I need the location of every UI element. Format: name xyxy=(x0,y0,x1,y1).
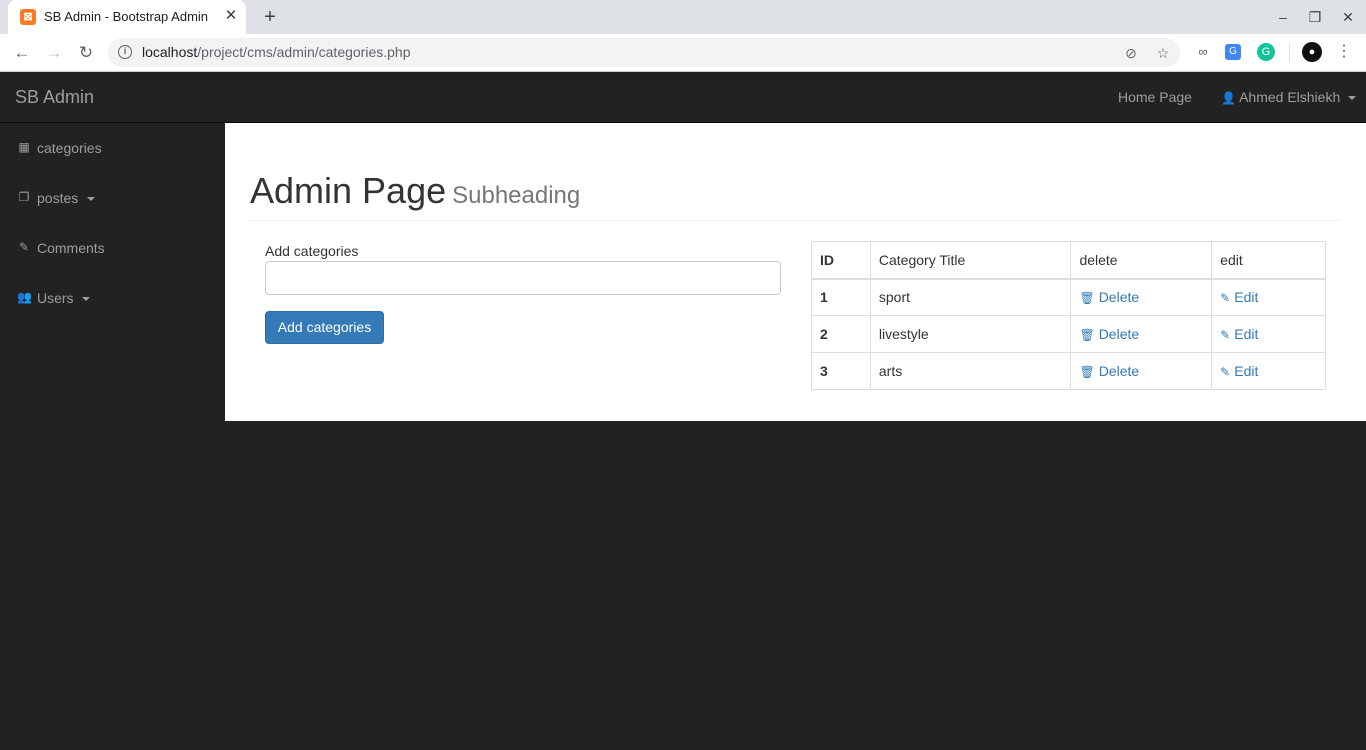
url-path: /project/cms/admin/categories.php xyxy=(197,44,411,60)
add-categories-label: Add categories xyxy=(265,243,359,259)
blocked-cookies-icon[interactable]: ⊘ xyxy=(1121,43,1141,63)
delete-link[interactable]: 🗑 Delete xyxy=(1079,289,1139,305)
row-title: arts xyxy=(869,352,1072,390)
column-header-delete: delete xyxy=(1070,241,1213,280)
reload-icon[interactable]: ↻ xyxy=(74,41,98,65)
column-header-title: Category Title xyxy=(869,241,1072,280)
table-header-row: ID Category Title delete edit xyxy=(811,241,1326,280)
sidebar-item-postes[interactable]: ❐ postes xyxy=(0,173,225,223)
row-title: livestyle xyxy=(869,315,1072,353)
sidebar: ▦ categories ❐ postes ✎ Comments 👥 Users xyxy=(0,123,225,750)
edit-link-label: Edit xyxy=(1234,326,1259,342)
chevron-down-icon xyxy=(1348,96,1357,101)
row-id: 3 xyxy=(811,352,871,390)
site-info-icon[interactable]: i xyxy=(118,45,132,59)
translate-extension-icon[interactable]: G xyxy=(1225,44,1241,60)
edit-link[interactable]: ✎ Edit xyxy=(1220,289,1258,305)
delete-link[interactable]: 🗑 Delete xyxy=(1079,363,1139,379)
window-close-icon[interactable]: ✕ xyxy=(1336,6,1360,28)
pencil-icon: ✎ xyxy=(1220,328,1231,342)
categories-table: ID Category Title delete edit 1 sport 🗑 D… xyxy=(811,241,1326,390)
add-categories-button[interactable]: Add categories xyxy=(265,311,384,344)
xampp-favicon-icon: ⊠ xyxy=(20,9,36,25)
edit-link-label: Edit xyxy=(1234,289,1259,306)
infinity-extension-icon[interactable]: ∞ xyxy=(1193,42,1213,62)
edit-link-label: Edit xyxy=(1234,363,1259,379)
table-row: 1 sport 🗑 Delete ✎ Edit xyxy=(811,278,1326,316)
home-page-link[interactable]: Home Page xyxy=(1118,89,1192,105)
sidebar-item-label: postes xyxy=(37,190,79,206)
trash-icon: 🗑 xyxy=(1079,328,1095,342)
grammarly-extension-icon[interactable]: G xyxy=(1257,43,1275,61)
browser-tab[interactable]: ⊠ SB Admin - Bootstrap Admin ✕ xyxy=(8,0,246,34)
user-icon: 👤 xyxy=(1221,91,1236,105)
profile-avatar-icon[interactable]: ● xyxy=(1302,42,1322,62)
pencil-icon: ✎ xyxy=(1220,365,1231,379)
trash-icon: 🗑 xyxy=(1079,365,1095,379)
row-id: 1 xyxy=(811,278,871,316)
sidebar-item-label: Users xyxy=(37,290,74,306)
category-title-input[interactable] xyxy=(265,261,781,295)
url-text: localhost/project/cms/admin/categories.p… xyxy=(142,44,410,60)
top-navbar: SB Admin Home Page 👤 Ahmed Elshiekh xyxy=(0,72,1366,123)
row-id: 2 xyxy=(811,315,871,353)
delete-link[interactable]: 🗑 Delete xyxy=(1079,326,1139,342)
pencil-icon: ✎ xyxy=(1220,291,1231,306)
new-tab-icon[interactable]: + xyxy=(258,6,282,28)
row-delete-cell: 🗑 Delete xyxy=(1070,315,1213,353)
sidebar-item-label: categories xyxy=(37,140,102,156)
page-header: Admin Page Subheading xyxy=(250,170,1340,221)
brand-link[interactable]: SB Admin xyxy=(15,87,94,108)
edit-link[interactable]: ✎ Edit xyxy=(1220,363,1258,379)
edit-link[interactable]: ✎ Edit xyxy=(1220,326,1258,342)
row-edit-cell: ✎ Edit xyxy=(1211,278,1326,316)
url-host: localhost xyxy=(142,44,198,60)
tab-title: SB Admin - Bootstrap Admin xyxy=(44,9,209,24)
page-title-text: Admin Page xyxy=(250,170,447,211)
delete-link-label: Delete xyxy=(1098,326,1140,342)
address-bar[interactable]: i localhost/project/cms/admin/categories… xyxy=(108,38,1180,67)
browser-menu-icon[interactable]: ⋮ xyxy=(1334,42,1354,62)
row-edit-cell: ✎ Edit xyxy=(1211,352,1326,390)
forward-icon[interactable]: → xyxy=(42,41,66,65)
edit-icon: ✎ xyxy=(18,240,30,254)
column-header-id: ID xyxy=(811,241,871,280)
column-header-edit: edit xyxy=(1211,241,1326,280)
sidebar-item-comments[interactable]: ✎ Comments xyxy=(0,223,225,273)
chevron-down-icon xyxy=(82,297,90,301)
delete-link-label: Delete xyxy=(1098,289,1140,306)
user-dropdown[interactable]: 👤 Ahmed Elshiekh xyxy=(1221,89,1357,105)
page-title: Admin Page Subheading xyxy=(250,170,580,212)
sidebar-item-label: Comments xyxy=(37,240,105,256)
table-row: 3 arts 🗑 Delete ✎ Edit xyxy=(811,352,1326,390)
table-icon: ▦ xyxy=(18,140,30,154)
row-delete-cell: 🗑 Delete xyxy=(1070,278,1213,316)
users-icon: 👥 xyxy=(17,290,32,304)
row-edit-cell: ✎ Edit xyxy=(1211,315,1326,353)
tab-close-icon[interactable]: ✕ xyxy=(222,7,240,25)
sidebar-item-categories[interactable]: ▦ categories xyxy=(0,123,225,173)
row-title: sport xyxy=(869,278,1072,316)
browser-tabbar: ⊠ SB Admin - Bootstrap Admin ✕ + – ❐ ✕ xyxy=(0,0,1366,34)
browser-toolbar: ← → ↻ i localhost/project/cms/admin/cate… xyxy=(0,34,1366,72)
minimize-icon[interactable]: – xyxy=(1271,6,1295,28)
user-name: Ahmed Elshiekh xyxy=(1239,89,1341,105)
chevron-down-icon xyxy=(87,197,95,201)
main-content: Admin Page Subheading Add categories Add … xyxy=(225,123,1366,421)
toolbar-divider xyxy=(1289,44,1290,62)
page-subtitle: Subheading xyxy=(452,182,581,209)
trash-icon: 🗑 xyxy=(1079,291,1095,306)
delete-link-label: Delete xyxy=(1098,363,1140,379)
restore-icon[interactable]: ❐ xyxy=(1303,6,1327,28)
sidebar-item-users[interactable]: 👥 Users xyxy=(0,273,225,323)
table-row: 2 livestyle 🗑 Delete ✎ Edit xyxy=(811,315,1326,353)
files-icon: ❐ xyxy=(18,190,30,204)
back-icon[interactable]: ← xyxy=(10,41,34,65)
bookmark-star-icon[interactable]: ☆ xyxy=(1153,43,1173,63)
row-delete-cell: 🗑 Delete xyxy=(1070,352,1213,390)
